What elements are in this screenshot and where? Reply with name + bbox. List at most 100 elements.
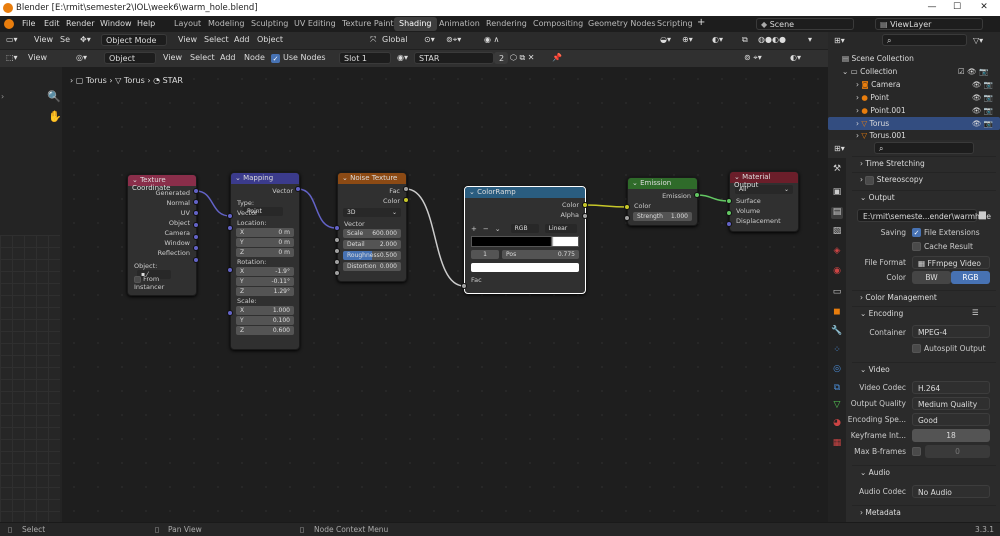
visibility-icons[interactable]: 👁 📷 [972, 106, 993, 115]
filter-icon[interactable]: ▽▾ [973, 36, 983, 45]
remove-stop-icon[interactable]: − [483, 225, 489, 233]
socket-displacement[interactable] [726, 221, 732, 227]
section-metadata[interactable]: › Metadata [852, 505, 996, 521]
socket-noise-roughness[interactable] [334, 259, 340, 265]
collection-visibility-icons[interactable]: ☑ 👁 📷 [958, 67, 988, 76]
socket-ramp-color[interactable] [582, 202, 588, 208]
cache-result-checkbox[interactable] [912, 242, 921, 251]
view-layer-tab-icon[interactable]: ▧ [831, 226, 843, 238]
data-tab-icon[interactable]: ▽ [831, 400, 843, 412]
socket-reflection[interactable] [193, 257, 199, 263]
properties-search[interactable]: ⌕ [874, 142, 974, 154]
stop-position-field[interactable]: Pos 0.775 [502, 250, 579, 259]
node-texture-coordinate[interactable]: ⌄ Texture Coordinate Generated Normal UV… [127, 174, 197, 296]
encoding-speed-dropdown[interactable]: Good [912, 413, 990, 426]
distortion-field[interactable]: Distortion 0.000 [343, 262, 401, 271]
socket-emission-strength[interactable] [624, 215, 630, 221]
outliner-collection[interactable]: ⌄ ▭ Collection ☑ 👁 📷 [828, 65, 1000, 78]
socket-noise-detail[interactable] [334, 248, 340, 254]
socket-noise-color[interactable] [403, 197, 409, 203]
file-format-dropdown[interactable]: ▦ FFmpeg Video [912, 256, 990, 269]
socket-rotation[interactable] [227, 267, 233, 273]
dimensions-dropdown[interactable]: 3D ⌄ [343, 208, 401, 217]
target-dropdown[interactable]: All ⌄ [735, 185, 793, 194]
socket-surface[interactable] [726, 198, 732, 204]
outliner-item-camera[interactable]: › ◙ Camera 👁 📷 [828, 78, 1000, 91]
collection-tab-icon[interactable]: ▭ [831, 287, 843, 299]
socket-ramp-fac[interactable] [461, 283, 467, 289]
stop-color-swatch[interactable] [471, 263, 579, 272]
folder-icon[interactable]: ▆ [979, 210, 986, 220]
texture-tab-icon[interactable]: ▦ [831, 438, 843, 450]
node-material-output[interactable]: ⌄ Material Output All ⌄ Surface Volume Di… [729, 171, 799, 232]
interpolation-dropdown[interactable]: Linear [544, 224, 577, 233]
list-menu-icon[interactable]: ☰ [972, 308, 979, 317]
location-x-field[interactable]: X 0 m [236, 228, 294, 237]
section-encoding[interactable]: ⌄ Encoding ☰ [852, 306, 996, 322]
socket-normal[interactable] [193, 199, 199, 205]
socket-noise-distortion[interactable] [334, 270, 340, 276]
from-instancer-checkbox[interactable] [134, 275, 141, 283]
section-video[interactable]: ⌄ Video [852, 362, 996, 378]
section-color-management[interactable]: › Color Management [852, 290, 996, 306]
node-emission[interactable]: ⌄ Emission Emission Color Strength 1.000 [627, 177, 698, 226]
bw-button[interactable]: BW [912, 271, 951, 284]
world-tab-icon[interactable]: ◉ [831, 266, 843, 278]
section-audio[interactable]: ⌄ Audio [852, 465, 996, 481]
rotation-z-field[interactable]: Z 1.29° [236, 287, 294, 296]
rotation-y-field[interactable]: Y -0.11° [236, 277, 294, 286]
visibility-icons[interactable]: 👁 📷 [972, 80, 993, 89]
socket-location[interactable] [227, 225, 233, 231]
particles-tab-icon[interactable]: ⁘ [831, 345, 843, 357]
scale-z-field[interactable]: Z 0.600 [236, 326, 294, 335]
socket-uv[interactable] [193, 210, 199, 216]
section-output[interactable]: ⌄ Output [852, 190, 996, 206]
maximize-icon[interactable]: ☐ [950, 2, 964, 14]
color-mode-dropdown[interactable]: RGB [510, 224, 539, 233]
object-tab-icon[interactable]: ◼ [831, 307, 843, 319]
socket-ramp-alpha[interactable] [582, 213, 588, 219]
outliner-search[interactable]: ⌕ [882, 34, 967, 46]
socket-mapping-out[interactable] [295, 186, 301, 192]
keyframe-interval-field[interactable]: 18 [912, 429, 990, 442]
detail-field[interactable]: Detail 2.000 [343, 240, 401, 249]
constraints-tab-icon[interactable]: ⧉ [831, 383, 843, 395]
socket-noise-fac[interactable] [403, 186, 409, 192]
socket-volume[interactable] [726, 210, 732, 216]
color-ramp-gradient[interactable] [471, 236, 579, 247]
node-mapping[interactable]: ⌄ Mapping Vector Type:Point Vector Locat… [230, 172, 300, 350]
section-time-stretching[interactable]: › Time Stretching [852, 156, 996, 172]
socket-object[interactable] [193, 222, 199, 228]
scale-y-field[interactable]: Y 0.100 [236, 316, 294, 325]
socket-window[interactable] [193, 245, 199, 251]
stop-index-field[interactable]: 1 [471, 250, 499, 259]
socket-scale[interactable] [227, 310, 233, 316]
outliner-item-torus001[interactable]: › ▽ Torus.001 [828, 130, 1000, 140]
properties-editor-type-icon[interactable]: ⊞▾ [834, 144, 845, 153]
strength-field[interactable]: Strength 1.000 [633, 212, 692, 221]
render-tab-icon[interactable]: ▣ [831, 187, 843, 199]
location-y-field[interactable]: Y 0 m [236, 238, 294, 247]
socket-emission-out[interactable] [694, 192, 700, 198]
location-z-field[interactable]: Z 0 m [236, 248, 294, 257]
file-extensions-checkbox[interactable]: ✓ [912, 228, 921, 237]
output-path-field[interactable]: E:\rmit\semeste...ender\warmhole [857, 209, 991, 222]
rgb-button[interactable]: RGB [951, 271, 990, 284]
roughness-field[interactable]: Roughness 0.500 [343, 251, 401, 260]
max-bframes-checkbox[interactable] [912, 447, 921, 456]
section-stereoscopy[interactable]: › Stereoscopy [852, 172, 996, 188]
outliner-display-icon[interactable]: ⊞▾ [834, 36, 845, 45]
visibility-icons[interactable]: 👁 📷 [972, 93, 993, 102]
scale-field[interactable]: Scale 600.000 [343, 229, 401, 238]
visibility-icons[interactable]: 👁 📷 [972, 119, 993, 128]
output-tab-icon[interactable]: ▤ [831, 207, 843, 219]
video-codec-dropdown[interactable]: H.264 [912, 381, 990, 394]
modifier-tab-icon[interactable]: 🔧 [831, 326, 843, 338]
autosplit-checkbox[interactable] [912, 344, 921, 353]
scale-x-field[interactable]: X 1.000 [236, 306, 294, 315]
minimize-icon[interactable]: — [925, 2, 939, 14]
node-noise-texture[interactable]: ⌄ Noise Texture Fac Color 3D ⌄ Vector Sca… [337, 172, 407, 282]
max-bframes-field[interactable]: 0 [925, 445, 990, 458]
outliner-item-point001[interactable]: › ● Point.001 👁 📷 [828, 104, 1000, 117]
outliner-scene-collection[interactable]: ▤ Scene Collection [828, 52, 1000, 65]
